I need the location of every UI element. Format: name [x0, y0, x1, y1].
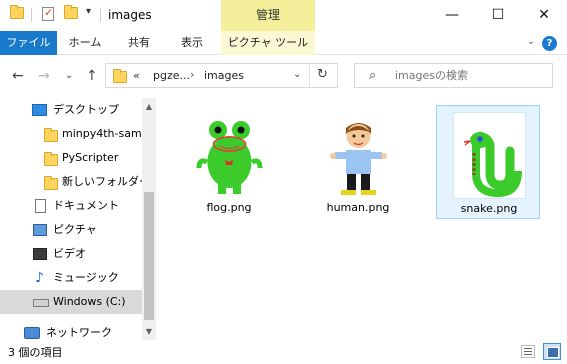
folder-icon	[113, 69, 127, 83]
minimize-button[interactable]: —	[429, 0, 475, 31]
search-icon: ⌕	[369, 68, 377, 83]
address-history-dropdown[interactable]: ⌄	[293, 69, 301, 80]
document-icon	[35, 199, 46, 213]
breadcrumb-parent[interactable]: pgze...	[153, 69, 190, 82]
divider	[309, 64, 310, 87]
status-bar: 3 個の項目	[0, 340, 567, 364]
back-button[interactable]: ←	[12, 68, 24, 84]
music-icon: ♪	[35, 270, 44, 286]
close-button[interactable]: ✕	[521, 0, 567, 31]
file-item-snake[interactable]: snake.png	[436, 105, 540, 219]
sidebar-item-windows-c[interactable]: Windows (C:)	[0, 290, 142, 314]
human-image	[330, 123, 387, 195]
sidebar-item-music[interactable]: ♪ ミュージック	[0, 266, 142, 290]
divider	[31, 8, 32, 22]
file-item-human[interactable]: human.png	[306, 105, 410, 219]
details-view-icon[interactable]	[521, 345, 535, 358]
quick-access-dropdown[interactable]: ▾	[86, 6, 91, 17]
refresh-button[interactable]: ↻	[317, 67, 328, 82]
snake-image	[463, 132, 522, 198]
breadcrumb-overflow[interactable]: «	[133, 69, 140, 82]
ribbon-tabs: ファイル ホーム 共有 表示 ピクチャ ツール ⌄ ?	[0, 31, 567, 55]
help-icon[interactable]: ?	[542, 36, 557, 51]
item-count: 3 個の項目	[8, 346, 63, 359]
sidebar-item-label: ドキュメント	[53, 199, 119, 212]
sidebar-item-label: ピクチャ	[53, 223, 97, 236]
tab-home[interactable]: ホーム	[62, 31, 108, 55]
chevron-right-icon[interactable]: ›	[190, 68, 194, 81]
vertical-scrollbar[interactable]: ▲ ▼	[142, 98, 156, 340]
sidebar-item-label: ビデオ	[53, 247, 86, 260]
folder-icon[interactable]	[10, 5, 24, 19]
scroll-down-button[interactable]: ▼	[142, 323, 156, 340]
frog-image	[196, 121, 263, 194]
chevron-down-icon[interactable]: ⌄	[527, 36, 535, 47]
desktop-icon	[32, 104, 47, 116]
up-button[interactable]: ↑	[86, 68, 98, 84]
tab-manage[interactable]: 管理	[221, 0, 315, 31]
sidebar-item-minpy4th-samp[interactable]: minpy4th-samp	[0, 122, 142, 146]
tab-file[interactable]: ファイル	[0, 31, 57, 55]
file-item-flog[interactable]: flog.png	[177, 105, 281, 219]
scrollbar-thumb[interactable]	[144, 192, 154, 320]
sidebar-item-label: ネットワーク	[46, 326, 112, 339]
image-thumbnail	[323, 112, 394, 197]
image-thumbnail	[194, 112, 265, 197]
navigation-pane: デスクトップ minpy4th-samp PyScripter 新しいフォルダー…	[0, 98, 156, 340]
sidebar-item-label: minpy4th-samp	[62, 127, 142, 140]
search-box[interactable]: ⌕	[354, 63, 553, 88]
sidebar-item-new-folder[interactable]: 新しいフォルダー	[0, 170, 142, 194]
drive-icon	[33, 299, 49, 307]
scroll-up-button[interactable]: ▲	[142, 98, 156, 115]
maximize-button[interactable]: ☐	[475, 0, 521, 31]
folder-icon	[44, 128, 58, 142]
sidebar-item-label: PyScripter	[62, 151, 119, 164]
sidebar-item-network[interactable]: ネットワーク	[0, 321, 142, 340]
pictures-icon	[33, 224, 47, 236]
breadcrumb-current[interactable]: images	[204, 69, 244, 82]
file-name: human.png	[326, 201, 390, 214]
tab-share[interactable]: 共有	[117, 31, 161, 55]
recent-locations-dropdown[interactable]: ⌄	[65, 70, 73, 81]
title-bar: ▾ images 管理 — ☐ ✕	[0, 0, 567, 31]
file-name: flog.png	[206, 201, 252, 214]
file-name: snake.png	[460, 202, 518, 215]
divider	[100, 8, 101, 22]
sidebar-item-pyscripter[interactable]: PyScripter	[0, 146, 142, 170]
search-input[interactable]	[395, 68, 545, 83]
sidebar-item-label: Windows (C:)	[53, 295, 126, 308]
navigation-bar: ← → ⌄ ↑ « pgze... › images ⌄ ↻ ⌕	[0, 56, 567, 98]
forward-button[interactable]: →	[38, 68, 50, 84]
video-icon	[33, 248, 47, 260]
sidebar-item-label: ミュージック	[53, 271, 119, 284]
sidebar-item-desktop[interactable]: デスクトップ	[0, 98, 142, 122]
window-title: images	[108, 8, 152, 22]
sidebar-item-documents[interactable]: ドキュメント	[0, 194, 142, 218]
tab-view[interactable]: 表示	[170, 31, 214, 55]
folder-icon	[44, 176, 58, 190]
address-bar[interactable]: « pgze... › images ⌄ ↻	[105, 63, 338, 88]
large-icons-view-icon[interactable]	[543, 343, 561, 360]
tab-picture-tools[interactable]: ピクチャ ツール	[221, 31, 315, 55]
folder-icon	[44, 152, 58, 166]
file-list: flog.png human.png snake.png	[160, 98, 567, 340]
new-folder-icon[interactable]	[64, 5, 78, 19]
sidebar-item-label: 新しいフォルダー	[62, 175, 142, 188]
sidebar-item-videos[interactable]: ビデオ	[0, 242, 142, 266]
properties-icon[interactable]	[42, 6, 54, 21]
sidebar-item-label: デスクトップ	[53, 103, 119, 116]
image-thumbnail	[454, 113, 525, 198]
network-icon	[24, 327, 40, 339]
sidebar-item-pictures[interactable]: ピクチャ	[0, 218, 142, 242]
